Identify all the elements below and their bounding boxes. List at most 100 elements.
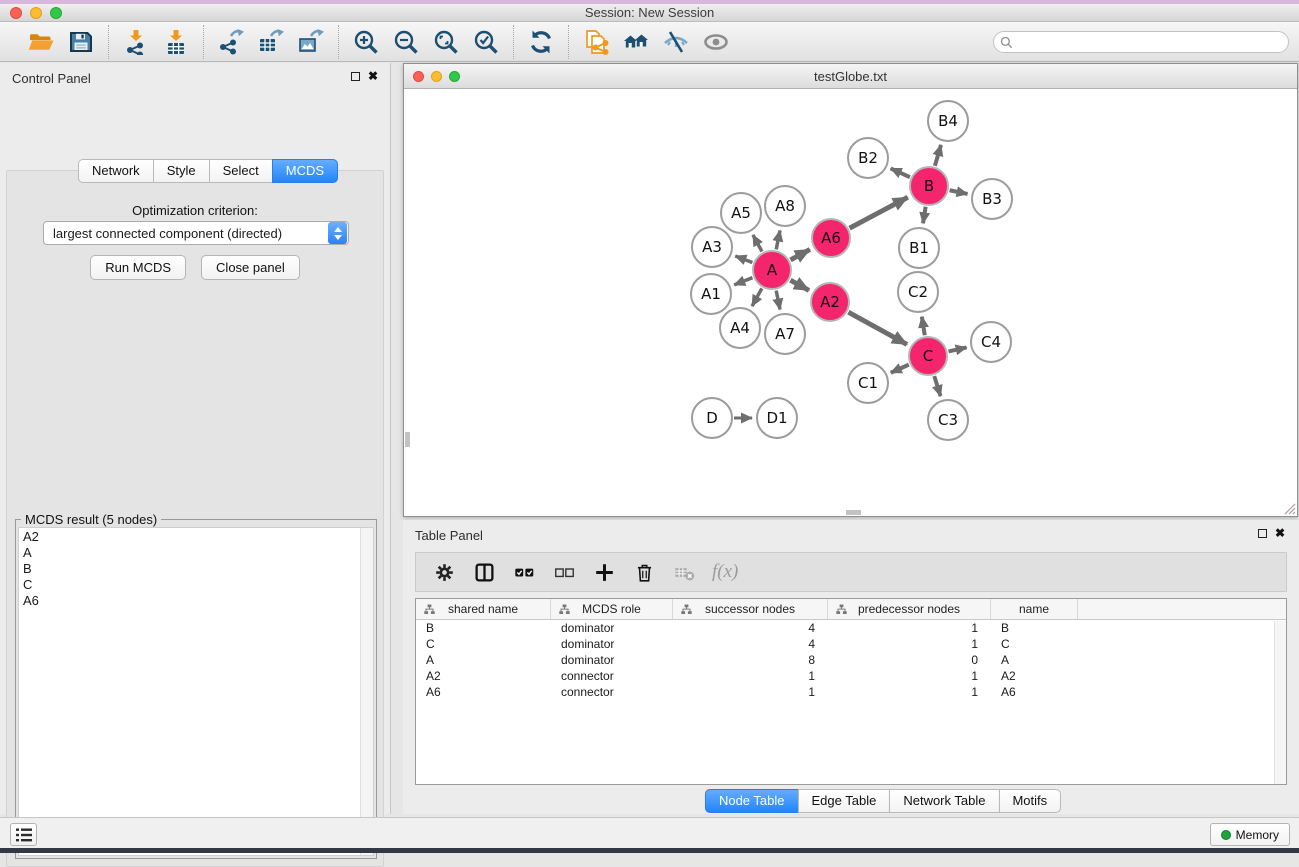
table-cell[interactable]: A (991, 652, 1078, 668)
graph-edge-A-A8[interactable] (776, 230, 780, 249)
graph-edge-B-B2[interactable] (891, 168, 910, 177)
table-tab-node-table[interactable]: Node Table (705, 789, 799, 813)
column-header-name[interactable]: name (991, 599, 1078, 619)
table-row[interactable]: A2connector11A2 (416, 668, 1286, 684)
table-cell[interactable]: A2 (991, 668, 1078, 684)
graph-node-C[interactable]: C (909, 337, 947, 375)
table-tab-network-table[interactable]: Network Table (889, 789, 999, 813)
table-cell[interactable]: 4 (673, 620, 828, 636)
graph-edge-A6-B[interactable] (850, 197, 908, 228)
table-cell[interactable]: A6 (416, 684, 551, 700)
zoom-selected-button[interactable] (471, 27, 501, 57)
table-cell[interactable]: dominator (551, 620, 673, 636)
network-graph[interactable]: B4B2BB3A8A5A6A3B1AA1C2A2A4A7C4CC1C3DD1 (404, 89, 1297, 516)
close-window-button[interactable] (10, 7, 22, 19)
open-session-button[interactable] (26, 27, 56, 57)
graph-node-D1[interactable]: D1 (757, 398, 797, 438)
mcds-result-item[interactable]: B (19, 560, 373, 576)
horizontal-scroll-thumb[interactable] (846, 510, 861, 515)
export-table-button[interactable] (256, 27, 286, 57)
graph-edge-A-A1[interactable] (734, 278, 752, 285)
graph-edge-A-A4[interactable] (752, 288, 762, 306)
table-tab-motifs[interactable]: Motifs (998, 789, 1061, 813)
table-cell[interactable]: connector (551, 668, 673, 684)
table-cell[interactable]: C (416, 636, 551, 652)
column-header-predecessor-nodes[interactable]: predecessor nodes (828, 599, 991, 619)
table-tab-edge-table[interactable]: Edge Table (798, 789, 891, 813)
graph-node-A4[interactable]: A4 (720, 308, 760, 348)
search-input[interactable] (1017, 33, 1288, 51)
graph-edge-A-A6[interactable] (790, 249, 809, 260)
table-row[interactable]: Cdominator41C (416, 636, 1286, 652)
zoom-out-button[interactable] (391, 27, 421, 57)
graph-edge-A-A5[interactable] (753, 235, 762, 252)
graph-node-A[interactable]: A (753, 251, 791, 289)
mcds-result-item[interactable]: A (19, 544, 373, 560)
graph-edge-B-B1[interactable] (923, 207, 926, 224)
mcds-result-list[interactable]: A2ABCA6 (18, 527, 374, 856)
optimization-criterion-select[interactable]: largest connected component (directed) (43, 221, 349, 245)
mcds-result-item[interactable]: C (19, 576, 373, 592)
network-home-button[interactable] (621, 27, 651, 57)
tab-style[interactable]: Style (153, 159, 210, 183)
network-window-titlebar[interactable]: testGlobe.txt (404, 64, 1297, 89)
column-header-successor-nodes[interactable]: successor nodes (673, 599, 828, 619)
graph-node-D[interactable]: D (692, 398, 732, 438)
graph-node-A3[interactable]: A3 (692, 227, 732, 267)
graph-node-B2[interactable]: B2 (848, 138, 888, 178)
table-cell[interactable]: dominator (551, 636, 673, 652)
table-cell[interactable]: 0 (828, 652, 991, 668)
network-minimize-button[interactable] (431, 71, 442, 82)
tab-network[interactable]: Network (78, 159, 154, 183)
table-cell[interactable]: 8 (673, 652, 828, 668)
graph-edge-C-C3[interactable] (934, 376, 940, 396)
graph-node-B1[interactable]: B1 (899, 228, 939, 268)
memory-button[interactable]: Memory (1210, 823, 1290, 846)
unselect-all-button[interactable] (552, 560, 576, 584)
import-network-button[interactable] (121, 27, 151, 57)
table-scrollbar[interactable] (1274, 621, 1286, 784)
vertical-scroll-thumb[interactable] (405, 432, 410, 447)
graph-node-A7[interactable]: A7 (765, 314, 805, 354)
close-panel-icon[interactable]: ✖ (368, 72, 378, 81)
table-cell[interactable]: 1 (828, 636, 991, 652)
graph-edge-A-A2[interactable] (790, 280, 809, 290)
float-panel-icon[interactable] (351, 72, 360, 81)
import-table-button[interactable] (161, 27, 191, 57)
graph-node-C3[interactable]: C3 (928, 400, 968, 440)
export-image-button[interactable] (296, 27, 326, 57)
table-cell[interactable]: A (416, 652, 551, 668)
graph-edge-A-A3[interactable] (735, 256, 752, 263)
hide-selected-button[interactable] (661, 27, 691, 57)
column-header-shared-name[interactable]: shared name (416, 599, 551, 619)
refresh-view-button[interactable] (526, 27, 556, 57)
table-cell[interactable]: 1 (673, 668, 828, 684)
graph-node-A2[interactable]: A2 (811, 283, 849, 321)
task-history-button[interactable] (10, 823, 37, 846)
select-all-button[interactable] (512, 560, 536, 584)
table-cell[interactable]: 4 (673, 636, 828, 652)
table-cell[interactable]: 1 (828, 668, 991, 684)
graph-node-B3[interactable]: B3 (972, 179, 1012, 219)
save-session-button[interactable] (66, 27, 96, 57)
run-mcds-button[interactable]: Run MCDS (90, 255, 186, 280)
tab-mcds[interactable]: MCDS (272, 159, 338, 183)
delete-column-button[interactable] (672, 560, 696, 584)
tab-select[interactable]: Select (209, 159, 273, 183)
column-header-MCDS-role[interactable]: MCDS role (551, 599, 673, 619)
zoom-fit-button[interactable] (431, 27, 461, 57)
graph-edge-A-A7[interactable] (776, 291, 780, 310)
table-cell[interactable]: B (416, 620, 551, 636)
delete-row-button[interactable] (632, 560, 656, 584)
table-cell[interactable]: B (991, 620, 1078, 636)
minimize-window-button[interactable] (30, 7, 42, 19)
graph-node-B[interactable]: B (910, 167, 948, 205)
table-cell[interactable]: C (991, 636, 1078, 652)
table-cell[interactable]: 1 (673, 684, 828, 700)
table-cell[interactable]: 1 (828, 684, 991, 700)
close-panel-button[interactable]: Close panel (201, 255, 300, 280)
graph-node-A6[interactable]: A6 (812, 219, 850, 257)
show-columns-button[interactable] (472, 560, 496, 584)
close-table-panel-icon[interactable]: ✖ (1275, 529, 1285, 538)
graph-edge-B-B4[interactable] (935, 145, 941, 166)
